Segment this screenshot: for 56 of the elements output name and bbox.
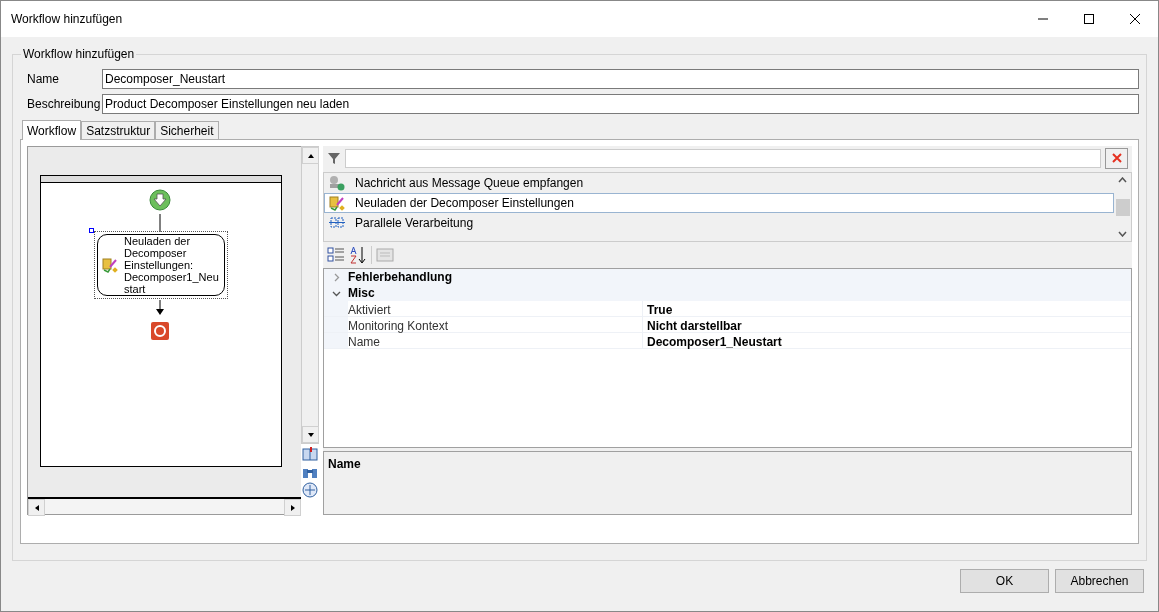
chevron-up-icon[interactable] xyxy=(1118,177,1127,183)
group-title: Workflow hinzufügen xyxy=(22,46,136,63)
start-icon xyxy=(149,189,171,211)
list-item[interactable]: Neuladen der Decomposer Einstellungen xyxy=(324,193,1114,213)
property-value[interactable]: True xyxy=(642,301,1131,316)
maximize-icon xyxy=(1084,14,1094,24)
scroll-right-button[interactable] xyxy=(284,499,301,516)
filter-icon[interactable] xyxy=(327,151,341,165)
scroll-down-button[interactable] xyxy=(302,426,319,443)
queue-icon xyxy=(329,175,345,191)
connector-line xyxy=(159,214,161,232)
field-label: Name xyxy=(26,71,60,88)
categorized-icon[interactable] xyxy=(327,246,345,264)
book-icon[interactable] xyxy=(302,446,318,462)
down-arrow-icon xyxy=(306,430,315,439)
vertical-scrollbar[interactable] xyxy=(301,146,319,444)
activity-icon xyxy=(102,257,118,273)
scroll-left-button[interactable] xyxy=(28,499,45,516)
text-field[interactable]: Decomposer_Neustart xyxy=(102,69,1139,89)
activity-node[interactable]: Neuladen der Decomposer Einstellungen: Decomposer1_Neustart xyxy=(94,231,228,299)
property-name[interactable]: Monitoring Kontext xyxy=(348,317,642,332)
property-pages-icon xyxy=(376,246,394,264)
list-item[interactable]: Nachricht aus Message Queue empfangen xyxy=(324,173,1114,193)
clear-filter-button[interactable] xyxy=(1105,147,1128,169)
filter-field[interactable] xyxy=(345,148,1101,168)
category-row[interactable]: Fehlerbehandlung xyxy=(324,269,1131,285)
alphabetical-sort-icon[interactable] xyxy=(349,246,367,264)
activity-label: Neuladen der Decomposer Einstellungen: Decomposer1_Neustart xyxy=(124,235,220,295)
activity-icon xyxy=(329,195,345,211)
end-icon xyxy=(151,322,169,340)
property-name[interactable]: Name xyxy=(348,333,642,348)
horizontal-scrollbar[interactable] xyxy=(28,497,301,514)
tab[interactable]: Satzstruktur xyxy=(81,121,156,139)
connector-arrow xyxy=(155,300,165,316)
property-value[interactable]: Nicht darstellbar xyxy=(642,317,1131,332)
close-icon xyxy=(1110,152,1123,164)
dialog-button[interactable]: Abbrechen xyxy=(1055,569,1144,593)
tab[interactable]: Workflow xyxy=(22,120,82,140)
chevron-down-icon[interactable] xyxy=(1118,231,1127,237)
close-icon xyxy=(1130,14,1140,24)
scroll-up-button[interactable] xyxy=(302,147,319,164)
field-label: Beschreibung xyxy=(26,96,102,113)
property-name[interactable]: Aktiviert xyxy=(348,301,642,316)
parallel-icon xyxy=(329,215,345,231)
pan-icon[interactable] xyxy=(302,482,318,498)
scroll-thumb[interactable] xyxy=(1115,198,1130,216)
description-title: Name xyxy=(328,457,361,471)
tab[interactable]: Sicherheit xyxy=(155,121,219,139)
dialog-button[interactable]: OK xyxy=(960,569,1049,593)
list-item[interactable]: Parallele Verarbeitung xyxy=(324,213,1114,233)
text-field[interactable]: Product Decomposer Einstellungen neu laden xyxy=(102,94,1139,114)
right-arrow-icon xyxy=(288,503,297,512)
selection-handle[interactable] xyxy=(89,228,94,233)
window-title: Workflow hinzufügen xyxy=(11,11,124,28)
category-row[interactable]: Misc xyxy=(324,285,1131,301)
property-value[interactable]: Decomposer1_Neustart xyxy=(642,333,1131,348)
